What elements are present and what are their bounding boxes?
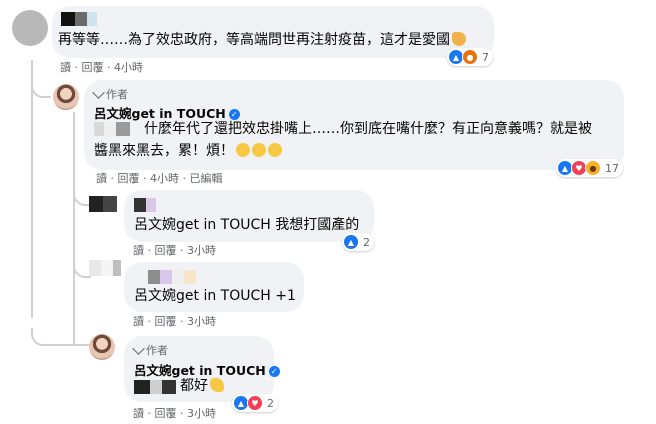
author-avatar[interactable] — [53, 84, 79, 110]
comment-actions: 讀 · 回覆 · 4小時 — [60, 61, 143, 74]
reply-actions: 讀 · 回覆 · 3小時 — [133, 244, 216, 257]
reply-bubble: 呂文婉get in TOUCH 我想打國產的 — [124, 190, 374, 242]
flexed-biceps-icon — [452, 32, 466, 46]
author-badge: 作者 — [132, 342, 168, 358]
read-link[interactable]: 讀 — [60, 61, 71, 74]
sad-face-icon — [252, 143, 266, 157]
reply-text-line2-content: 醬黑來黑去，累！煩！ — [94, 143, 234, 159]
thread-connector — [31, 328, 89, 346]
reply-actions: 讀 · 回覆 · 4小時 · 已編輯 — [96, 172, 223, 185]
redacted-tag — [94, 122, 130, 136]
like-icon: ▲ — [343, 234, 359, 250]
reaction-count: 7 — [482, 50, 489, 64]
reactions-summary[interactable]: ▲ ● 7 — [447, 48, 493, 66]
pen-icon — [92, 86, 105, 99]
reply-link[interactable]: 回覆 — [155, 315, 177, 328]
thread-line — [73, 112, 75, 344]
reply-text: 都好 — [180, 376, 224, 396]
comment-text: 再等等……為了效忠政府，等高端問世再注射疫苗，這才是愛國 — [58, 30, 466, 50]
comment-bubble: 再等等……為了效忠政府，等高端問世再注射疫苗，這才是愛國 — [52, 6, 494, 58]
author-badge-label: 作者 — [146, 344, 168, 357]
redacted-name — [148, 270, 196, 284]
haha-icon: ● — [585, 160, 601, 176]
thumbs-up-icon — [210, 378, 224, 392]
reply-text: 呂文婉get in TOUCH +1 — [134, 288, 296, 304]
author-avatar[interactable] — [89, 334, 115, 360]
reply-text: 呂文婉get in TOUCH 我想打國產的 — [134, 217, 360, 233]
read-link[interactable]: 讀 — [96, 172, 107, 185]
redacted-name — [61, 12, 97, 26]
thread-line — [31, 60, 33, 318]
author-badge: 作者 — [92, 86, 128, 102]
avatar[interactable] — [12, 10, 48, 46]
verified-icon: ✓ — [268, 366, 280, 377]
reply-link[interactable]: 回覆 — [155, 407, 177, 420]
reactions-summary[interactable]: ▲ ♥ ● 17 — [556, 159, 623, 177]
reply-bubble: 作者 呂文婉get in TOUCH ✓ 什麼年代了還把效忠掛嘴上……你到底在嘴什… — [84, 80, 624, 170]
reply-actions: 讀 · 回覆 · 3小時 — [133, 407, 216, 420]
reaction-count: 17 — [605, 161, 619, 175]
reply-bubble: 呂文婉get in TOUCH +1 — [124, 262, 304, 312]
timestamp[interactable]: 4小時 — [150, 172, 179, 185]
reaction-count: 2 — [267, 396, 274, 410]
timestamp[interactable]: 4小時 — [114, 61, 143, 74]
timestamp[interactable]: 3小時 — [187, 315, 216, 328]
reply-link[interactable]: 回覆 — [118, 172, 140, 185]
sad-face-icon — [268, 143, 282, 157]
reply-text-line2: 醬黑來黑去，累！煩！ — [94, 141, 282, 161]
reply-bubble: 作者 呂文婉get in TOUCH ✓ 都好 — [124, 336, 280, 402]
reply-text-content: 都好 — [180, 378, 208, 394]
author-badge-label: 作者 — [106, 88, 128, 101]
thread-connector — [31, 78, 51, 98]
sad-face-icon — [236, 143, 250, 157]
reactions-summary[interactable]: ▲ ♥ 2 — [232, 394, 278, 412]
redacted-tag — [134, 380, 176, 394]
comment-text-content: 再等等……為了效忠政府，等高端問世再注射疫苗，這才是愛國 — [58, 32, 450, 48]
love-icon: ♥ — [247, 395, 263, 411]
timestamp[interactable]: 3小時 — [187, 244, 216, 257]
read-link[interactable]: 讀 — [133, 407, 144, 420]
read-link[interactable]: 讀 — [133, 244, 144, 257]
read-link[interactable]: 讀 — [133, 315, 144, 328]
redacted-avatar[interactable] — [89, 260, 121, 276]
reply-actions: 讀 · 回覆 · 3小時 — [133, 315, 216, 328]
reaction-count: 2 — [363, 235, 370, 249]
reply-text-line1: 什麼年代了還把效忠掛嘴上……你到底在嘴什麼？有正向意義嗎？就是被 — [144, 121, 592, 137]
edited-label[interactable]: 已編輯 — [190, 172, 223, 185]
reply-link[interactable]: 回覆 — [82, 61, 104, 74]
timestamp[interactable]: 3小時 — [187, 407, 216, 420]
reply-link[interactable]: 回覆 — [155, 244, 177, 257]
redacted-name — [134, 198, 156, 212]
reactions-summary[interactable]: ▲ 2 — [342, 233, 374, 251]
angry-icon: ● — [462, 49, 478, 65]
redacted-avatar[interactable] — [89, 196, 117, 212]
pen-icon — [132, 342, 145, 355]
